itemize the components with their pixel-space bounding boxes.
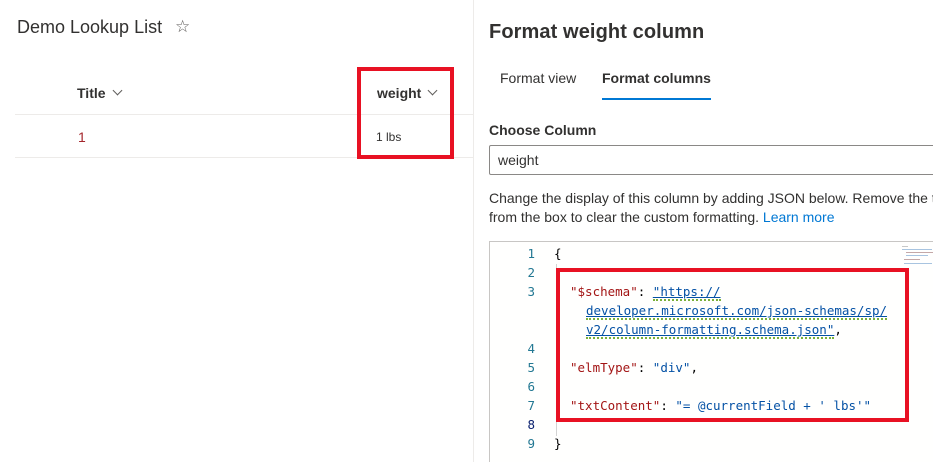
highlight-box-json-code <box>556 268 909 422</box>
panel-title: Format weight column <box>489 21 705 43</box>
learn-more-link[interactable]: Learn more <box>763 209 835 225</box>
tab-format-view[interactable]: Format view <box>500 70 576 96</box>
column-header-title[interactable]: Title <box>77 85 124 101</box>
editor-minimap[interactable] <box>902 246 933 268</box>
description-line-1: Change the display of this column by add… <box>489 190 933 206</box>
description-text: Change the display of this column by add… <box>489 189 933 227</box>
list-title: Demo Lookup List <box>17 17 163 37</box>
code-line-close-brace: } <box>554 436 562 451</box>
line-number: 5 <box>527 360 535 375</box>
column-header-title-label: Title <box>77 85 106 101</box>
description-line-2: from the box to clear the custom formatt… <box>489 208 933 227</box>
line-number: 4 <box>527 341 535 356</box>
line-number: 7 <box>527 398 535 413</box>
highlight-box-weight-column <box>357 67 454 159</box>
line-number: 9 <box>527 436 535 451</box>
line-number: 1 <box>527 246 535 261</box>
chevron-down-icon <box>112 87 124 99</box>
line-number: 3 <box>527 284 535 299</box>
line-number: 2 <box>527 265 535 280</box>
description-line-2-text: from the box to clear the custom formatt… <box>489 209 760 225</box>
code-line-open-brace: { <box>554 246 562 261</box>
choose-column-label: Choose Column <box>489 122 597 138</box>
line-number: 6 <box>527 379 535 394</box>
sharepoint-list-screen: Demo Lookup List ☆ Title weight 1 1 lbs … <box>0 0 933 462</box>
line-number: 8 <box>527 417 535 432</box>
star-outline-icon[interactable]: ☆ <box>175 17 190 37</box>
format-column-panel: Format weight column Format view Format … <box>474 0 933 462</box>
choose-column-dropdown[interactable]: weight <box>489 145 933 175</box>
tab-format-columns[interactable]: Format columns <box>602 70 711 100</box>
row-title-cell[interactable]: 1 <box>78 129 86 145</box>
list-view: Demo Lookup List ☆ Title weight 1 1 lbs <box>0 0 473 462</box>
